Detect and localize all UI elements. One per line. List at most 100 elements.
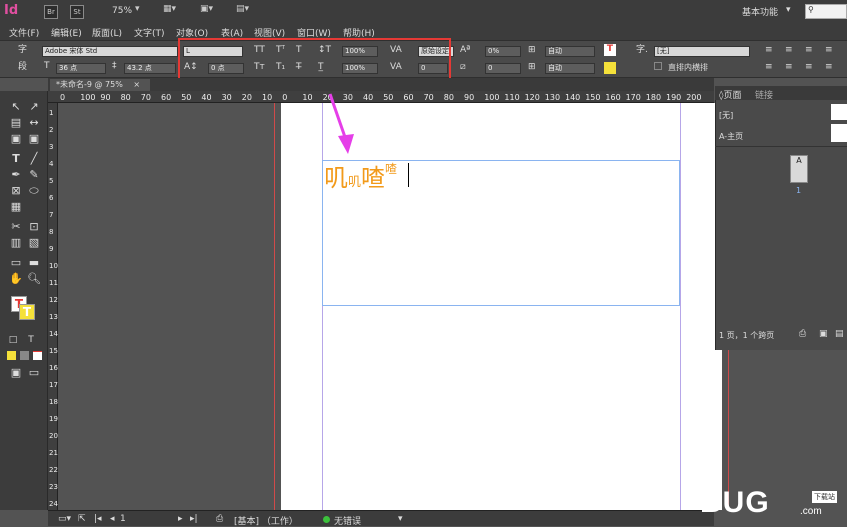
scissors-tool-icon[interactable]: ✂	[9, 220, 23, 234]
line-tool-icon[interactable]: ╱	[27, 152, 41, 166]
ruler-h-label: 50	[181, 93, 192, 102]
bleed-guide-left	[274, 103, 275, 510]
watermark-tag: 下载站	[812, 491, 837, 503]
hand-tool-icon[interactable]: ✋	[9, 272, 23, 286]
zoom-level[interactable]: 75%	[112, 6, 132, 16]
menu-layout[interactable]: 版面(L)	[92, 26, 122, 39]
measure-tool-icon[interactable]: ▬	[27, 256, 41, 270]
close-icon[interactable]: ×	[133, 80, 140, 89]
stroke-color-icon[interactable]	[604, 62, 616, 74]
delete-page-icon[interactable]: ▤	[835, 329, 844, 339]
ruler-v-label: 4	[49, 160, 54, 168]
text-content[interactable]: 叽叽喳喳	[324, 158, 397, 193]
menu-file[interactable]: 文件(F)	[9, 26, 39, 39]
screen-mode-icon[interactable]: ▣▾	[200, 4, 213, 20]
justify-icon[interactable]: ≡	[825, 45, 833, 56]
last-page-icon[interactable]: ▸|	[190, 514, 198, 524]
next-page-icon[interactable]: ▸	[178, 514, 183, 524]
type-tool-icon[interactable]: T	[9, 152, 23, 166]
pen-tool-icon[interactable]: ✒	[9, 168, 23, 182]
ruler-h-label: 90	[464, 93, 475, 102]
new-page-icon[interactable]: ▣	[819, 329, 828, 339]
rectangle-frame-tool-icon[interactable]: ⊠	[9, 184, 23, 198]
a-master-thumb[interactable]	[831, 124, 847, 142]
fill-color-icon[interactable]: T	[604, 44, 616, 56]
menu-type[interactable]: 文字(T)	[134, 26, 165, 39]
text-char-superscript: 喳	[385, 162, 398, 176]
grid-tool-icon[interactable]: ▦	[9, 200, 23, 214]
align-left-icon[interactable]: ≡	[765, 45, 773, 56]
paragraph-mode-label[interactable]: 段	[18, 62, 27, 73]
master-status-text[interactable]: [基本] （工作）	[234, 514, 298, 527]
arrange-documents-icon[interactable]: ▤▾	[236, 4, 249, 20]
ruler-v-label: 9	[49, 245, 54, 253]
justify-left-icon[interactable]: ≡	[765, 62, 773, 73]
content-placer-icon[interactable]: ▣	[27, 132, 41, 146]
note-tool-icon[interactable]: ▭	[9, 256, 23, 270]
selection-tool-icon[interactable]: ↖	[9, 100, 23, 114]
horizontal-ruler[interactable]: 0 100 90 80 70 60 50 40 30 20 10 0 10 20 30 40 50 60 70 80 9…	[48, 91, 714, 103]
stock-button[interactable]: St	[70, 5, 84, 19]
view-options-icon[interactable]: ▦▾	[163, 4, 176, 20]
preflight-dropdown-icon[interactable]: ▾	[398, 514, 403, 524]
justify-all-icon[interactable]: ≡	[805, 62, 813, 73]
bridge-button[interactable]: Br	[44, 5, 58, 19]
view-status-icon[interactable]: ▭▾	[58, 514, 71, 524]
page-export-icon[interactable]: ⇱	[78, 514, 86, 524]
skew-field[interactable]: 0	[485, 63, 521, 74]
formatting-container-icon[interactable]: □	[6, 333, 20, 347]
none-master-item[interactable]: [无]	[719, 110, 733, 121]
apply-none-icon[interactable]	[33, 351, 42, 360]
align-right-icon[interactable]: ≡	[805, 45, 813, 56]
page-tool-icon[interactable]: ▤	[9, 116, 23, 130]
workspace-chevron-icon[interactable]: ▾	[786, 5, 791, 15]
zoom-tool-icon[interactable]: 🔍︎	[27, 272, 41, 286]
ruler-v-label: 5	[49, 177, 54, 185]
character-style-field[interactable]: [无]	[654, 46, 750, 57]
ruler-h-label: 150	[585, 93, 601, 102]
justify-center-icon[interactable]: ≡	[785, 62, 793, 73]
pencil-tool-icon[interactable]: ✎	[27, 168, 41, 182]
content-collector-icon[interactable]: ▣	[9, 132, 23, 146]
zoom-dropdown-icon[interactable]: ▾	[135, 4, 140, 20]
leading-field[interactable]: 43.2 点	[124, 63, 176, 74]
edit-page-size-icon[interactable]: ⎙	[799, 329, 806, 339]
gradient-swatch-tool-icon[interactable]: ▥	[9, 236, 23, 250]
ruler-h-label: 160	[605, 93, 621, 102]
align-center-icon[interactable]: ≡	[785, 45, 793, 56]
vertical-ruler[interactable]: 1 2 3 4 5 6 7 8 9 10 11 12 13 14 15 16 17 18 19 20 21 22 23 24	[48, 103, 58, 510]
first-page-icon[interactable]: |◂	[94, 514, 102, 524]
formatting-text-icon[interactable]: T	[24, 333, 38, 347]
apply-gradient-icon[interactable]	[20, 351, 29, 360]
stroke-swatch-icon[interactable]: T	[19, 304, 35, 320]
a-master-item[interactable]: A-主页	[719, 131, 743, 142]
document-tab[interactable]: *未命名-9 @ 75% ×	[50, 79, 150, 91]
normal-view-icon[interactable]: ▣	[9, 366, 23, 380]
apply-color-icon[interactable]	[7, 351, 16, 360]
aki-right-field[interactable]: 自动	[545, 63, 595, 74]
ellipse-tool-icon[interactable]: ⬭	[27, 184, 41, 198]
aki-left-field[interactable]: 自动	[545, 46, 595, 57]
justify-spine-icon[interactable]: ≡	[825, 62, 833, 73]
master-status-icon[interactable]: ⎙	[216, 514, 223, 524]
direct-selection-tool-icon[interactable]: ↗	[27, 100, 41, 114]
workspace-switcher[interactable]: 基本功能	[742, 5, 778, 18]
gap-tool-icon[interactable]: ↔	[27, 116, 41, 130]
previous-page-icon[interactable]: ◂	[110, 514, 115, 524]
tate-chu-yoko-checkbox[interactable]	[654, 62, 662, 70]
menu-edit[interactable]: 编辑(E)	[51, 26, 82, 39]
none-master-thumb[interactable]	[831, 104, 847, 120]
preview-mode-icon[interactable]: ▭	[27, 366, 41, 380]
character-mode-label[interactable]: 字	[18, 45, 27, 56]
page-1-thumbnail[interactable]: A	[790, 155, 808, 183]
font-family-field[interactable]: Adobe 宋体 Std	[42, 46, 178, 57]
page-number-field[interactable]: 1	[120, 514, 126, 524]
search-input[interactable]: ⚲	[805, 4, 847, 19]
gradient-feather-tool-icon[interactable]: ▧	[27, 236, 41, 250]
preflight-status[interactable]: 无错误	[334, 514, 361, 527]
free-transform-tool-icon[interactable]: ⊡	[27, 220, 41, 234]
font-size-field[interactable]: 36 点	[56, 63, 106, 74]
baseline-shift-field[interactable]: 0%	[485, 46, 521, 57]
ruler-v-label: 16	[49, 364, 58, 372]
margin-guide-right	[680, 103, 681, 510]
